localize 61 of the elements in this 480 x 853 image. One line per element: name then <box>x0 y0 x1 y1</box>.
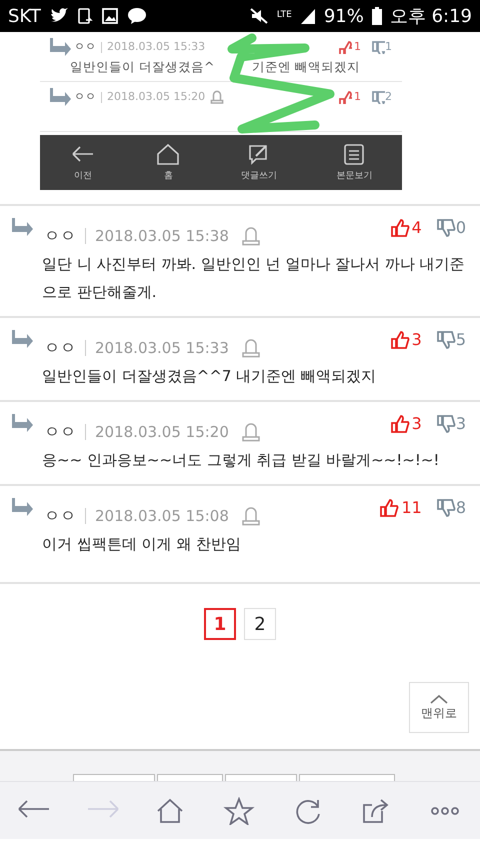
battery-icon <box>372 7 382 25</box>
reply-arrow-icon <box>50 36 72 58</box>
author-name: ㅇㅇ <box>44 421 76 443</box>
carrier-name: SKT <box>8 4 41 28</box>
author-name: ㅇㅇ <box>44 505 76 527</box>
image-icon <box>100 7 119 25</box>
author-name: ㅇㅇ <box>74 38 96 55</box>
alarm-light-icon <box>240 422 261 442</box>
dislike-count: 5 <box>456 329 466 351</box>
star-icon[interactable] <box>222 796 257 824</box>
comment-date: 2018.03.05 15:08 <box>95 506 229 527</box>
caret-up-icon <box>429 694 449 704</box>
comment-text: 일단 니 사진부터 까봐. 일반인인 넌 얼마나 잘나서 까나 내기준으로 판단해줄게. <box>41 254 466 303</box>
like-count: 3 <box>412 413 422 435</box>
dislike-count: 3 <box>456 413 466 435</box>
comment-date: 2018.03.05 15:33 <box>95 338 229 359</box>
comment-date: 2018.03.05 15:38 <box>95 226 229 247</box>
dislike-count: 0 <box>456 217 466 239</box>
like-count: 4 <box>412 217 422 239</box>
author-name: ㅇㅇ <box>44 225 76 247</box>
home-icon[interactable] <box>155 142 182 166</box>
dislike-count: 1 <box>385 38 392 55</box>
page-link[interactable]: 2 <box>244 608 276 640</box>
reply-arrow-icon <box>12 216 34 238</box>
alarm-light-icon <box>210 90 224 104</box>
comment-text: 이거 씹팩튼데 이게 왜 찬반임 <box>41 534 242 555</box>
back-to-top-button[interactable]: 맨위로 <box>409 682 469 733</box>
like-count: 1 <box>354 38 361 55</box>
mute-icon <box>248 7 269 25</box>
comment-text: 일반인들이 더잘생겼음^ <box>70 58 214 76</box>
like-count: 3 <box>412 329 422 351</box>
battery-percent: 91% <box>324 4 364 28</box>
alarm-light-icon <box>240 338 261 358</box>
signal-icon <box>300 7 316 25</box>
comment-date: 2018.03.05 15:20 <box>107 88 206 105</box>
reply-arrow-icon <box>12 412 34 434</box>
author-name: ㅇㅇ <box>44 337 76 359</box>
alarm-light-icon <box>240 226 261 246</box>
reply-arrow-icon <box>12 328 34 350</box>
chat-bubble-icon <box>126 7 147 25</box>
clock-time: 오후 6:19 <box>390 4 472 28</box>
toolbar-label: 홈 <box>164 170 173 183</box>
dislike-count: 2 <box>385 88 392 105</box>
page-link[interactable]: 1 <box>204 608 236 640</box>
like-count: 11 <box>401 497 422 519</box>
comment-text: 응~~ 인과응보~~너도 그렇게 취급 받길 바랄게~~!~!~! <box>41 450 440 471</box>
comment-text: 일반인들이 더잘생겼음^^7 내기준엔 빼액되겠지 <box>41 366 377 387</box>
alarm-light-icon <box>240 506 261 526</box>
network-label: LTE <box>276 9 292 22</box>
comment-text: 기준엔 빼액되겠지 <box>252 58 360 76</box>
comment-date: 2018.03.05 15:33 <box>107 38 206 55</box>
toolbar-label: 댓글쓰기 <box>240 170 277 183</box>
toolbar-label: 이전 <box>74 170 92 183</box>
comment-date: 2018.03.05 15:20 <box>95 422 229 443</box>
reply-arrow-icon <box>12 496 34 518</box>
dislike-count: 8 <box>456 497 466 519</box>
reply-arrow-icon <box>50 86 72 108</box>
like-count: 1 <box>354 88 361 105</box>
author-name: ㅇㅇ <box>74 88 96 105</box>
toolbar-label: 본문보기 <box>336 170 372 183</box>
phone-icon <box>76 7 93 25</box>
